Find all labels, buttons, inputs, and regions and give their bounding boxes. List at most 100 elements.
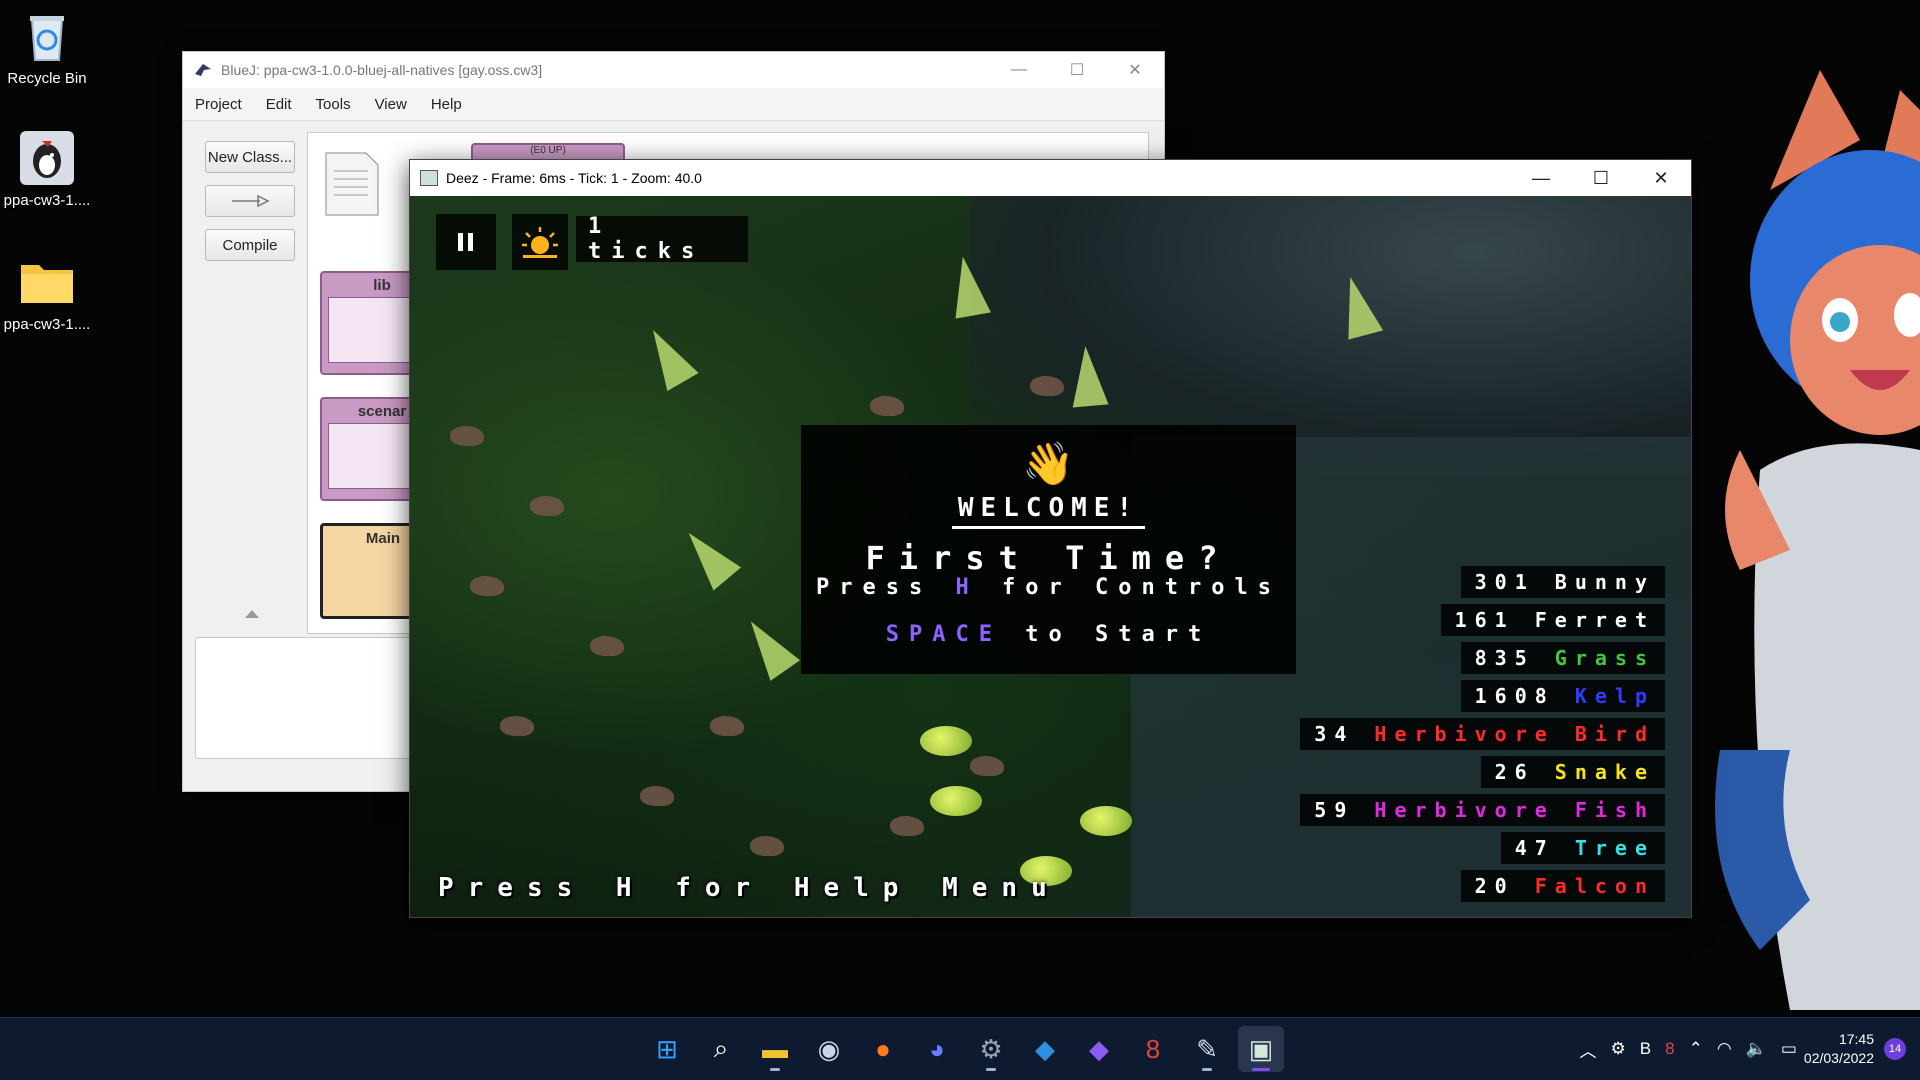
maximize-button[interactable]: ☐ (1048, 60, 1106, 80)
rabbit-sprite (970, 756, 1004, 776)
taskbar-button[interactable]: ⌕ (698, 1026, 744, 1072)
day-night-toggle[interactable] (512, 214, 568, 270)
population-count: 26 (1494, 760, 1535, 784)
rabbit-sprite (530, 496, 564, 516)
bluej-taskbar-icon: ✎ (1196, 1033, 1218, 1064)
system-clock[interactable]: 17:45 02/03/2022 (1804, 1030, 1874, 1068)
bluej-titlebar[interactable]: BlueJ: ppa-cw3-1.0.0-bluej-all-natives [… (183, 52, 1164, 88)
chevron-up-icon[interactable]: ︿ (1580, 1037, 1597, 1062)
taskbar-button[interactable]: ▬ (752, 1026, 798, 1072)
wifi-icon[interactable]: ◠ (1717, 1039, 1732, 1059)
population-row: 47 Tree (1300, 832, 1665, 864)
pause-icon (458, 233, 473, 251)
new-class-button[interactable]: New Class... (205, 141, 295, 173)
volume-icon[interactable]: 🔈 (1746, 1039, 1767, 1059)
population-row: 835 Grass (1300, 642, 1665, 674)
desktop-icon-folder[interactable]: ppa-cw3-1.... (0, 252, 94, 333)
rabbit-sprite (470, 576, 504, 596)
close-button[interactable]: ✕ (1106, 60, 1164, 80)
bluej-app-icon (17, 128, 77, 188)
chevron-up-icon[interactable] (243, 608, 261, 620)
tree-sprite (736, 611, 800, 681)
folder-icon (17, 252, 77, 312)
population-count: 1608 (1474, 684, 1555, 708)
desktop-icon-label: ppa-cw3-1.... (3, 316, 91, 333)
population-entry: 20 Falcon (1460, 870, 1665, 902)
firefox-icon: ● (875, 1033, 891, 1064)
controls-hint-suffix: for Controls (978, 575, 1281, 600)
tree-sprite (1067, 344, 1109, 408)
desktop-icon-recycle-bin[interactable]: Recycle Bin (0, 6, 94, 87)
taskbar-button[interactable]: ◆ (1076, 1026, 1122, 1072)
tray-app-icon[interactable]: B (1640, 1039, 1651, 1059)
first-time-heading: First Time? (865, 539, 1232, 577)
bluej-logo-icon (195, 64, 211, 76)
grass-sprite (920, 726, 972, 756)
windows-start-icon: ⊞ (656, 1033, 678, 1064)
population-species: Falcon (1534, 874, 1655, 898)
population-count: 835 (1474, 646, 1535, 670)
tray-app-icon[interactable]: ⚙ (1611, 1039, 1626, 1059)
compile-button[interactable]: Compile (205, 229, 295, 261)
git-client-tray-icon[interactable]: 8 (1665, 1039, 1674, 1059)
close-button[interactable]: ✕ (1631, 168, 1691, 189)
rabbit-sprite (1030, 376, 1064, 396)
controls-hint-prefix: Press (816, 575, 956, 600)
taskbar-button[interactable]: ● (860, 1026, 906, 1072)
chevron-up-icon[interactable]: ⌃ (1689, 1039, 1703, 1059)
taskbar-button[interactable]: ⚙ (968, 1026, 1014, 1072)
minimize-button[interactable]: — (1511, 168, 1571, 189)
desktop-icon-bluej-project[interactable]: ppa-cw3-1.... (0, 128, 94, 209)
bluej-menubar: Project Edit Tools View Help (183, 88, 1164, 121)
taskbar-button[interactable]: ◉ (806, 1026, 852, 1072)
tree-sprite (637, 321, 699, 391)
obsidian-icon: ◆ (1089, 1033, 1109, 1064)
maximize-button[interactable]: ☐ (1571, 168, 1631, 189)
population-entry: 26 Snake (1480, 756, 1665, 788)
new-arrow-button[interactable] (205, 185, 295, 217)
menu-view[interactable]: View (363, 96, 419, 113)
start-hint: SPACE to Start (801, 622, 1296, 647)
deez-titlebar[interactable]: Deez - Frame: 6ms - Tick: 1 - Zoom: 40.0… (410, 160, 1691, 196)
population-entry: 47 Tree (1500, 832, 1665, 864)
taskbar-button[interactable]: 8 (1130, 1026, 1176, 1072)
menu-project[interactable]: Project (183, 96, 254, 113)
window-title: BlueJ: ppa-cw3-1.0.0-bluej-all-natives [… (221, 62, 543, 78)
taskbar: ⊞ ⌕ ▬ ◉ ● ◕ ⚙ ◆ ◆ 8 ✎ ▣ ︿ ⚙ B 8 ⌃ ◠ 🔈 ▭ 17:45 02/03… (0, 1017, 1920, 1080)
population-species: Kelp (1574, 684, 1655, 708)
readme-document-icon[interactable] (324, 151, 380, 217)
notification-badge[interactable]: 14 (1884, 1038, 1906, 1060)
simulation-viewport[interactable]: 1 ticks 👋 WELCOME! First Time? Press H f… (410, 196, 1691, 917)
taskbar-button[interactable]: ◕ (914, 1026, 960, 1072)
window-title: Deez - Frame: 6ms - Tick: 1 - Zoom: 40.0 (446, 170, 702, 186)
sun-icon (522, 227, 558, 258)
taskbar-button[interactable]: ✎ (1184, 1026, 1230, 1072)
menu-edit[interactable]: Edit (254, 96, 304, 113)
file-explorer-icon: ▬ (762, 1033, 788, 1064)
population-row: 26 Snake (1300, 756, 1665, 788)
rabbit-sprite (640, 786, 674, 806)
taskbar-button[interactable]: ▣ (1238, 1026, 1284, 1072)
deez-app-icon (420, 170, 438, 186)
minimize-button[interactable]: — (990, 61, 1048, 79)
taskbar-button[interactable]: ⊞ (644, 1026, 690, 1072)
population-count: 59 (1314, 798, 1355, 822)
population-list: 301 Bunny 161 Ferret 835 Grass 1608 Kelp 34 … (1300, 566, 1665, 908)
population-entry: 59 Herbivore Fish (1300, 794, 1665, 826)
menu-tools[interactable]: Tools (304, 96, 363, 113)
population-entry: 34 Herbivore Bird (1300, 718, 1665, 750)
recycle-bin-icon (17, 6, 77, 66)
menu-help[interactable]: Help (419, 96, 474, 113)
deez-window[interactable]: Deez - Frame: 6ms - Tick: 1 - Zoom: 40.0… (409, 159, 1692, 918)
population-species: Tree (1574, 836, 1655, 860)
pause-button[interactable] (436, 214, 496, 270)
rabbit-sprite (450, 426, 484, 446)
waving-hand-icon: 👋 (1022, 439, 1075, 488)
battery-icon[interactable]: ▭ (1781, 1039, 1797, 1059)
taskbar-button[interactable]: ◆ (1022, 1026, 1068, 1072)
